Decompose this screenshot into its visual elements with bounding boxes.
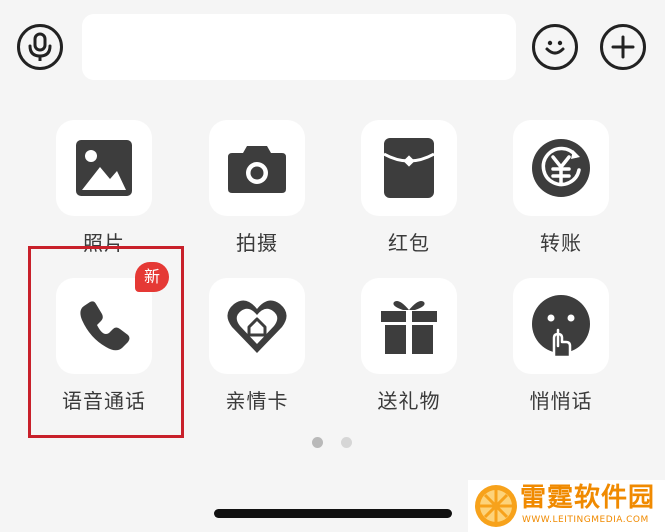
whisper-icon	[532, 295, 590, 358]
orange-slice-logo-icon	[475, 485, 517, 527]
tile-label-camera: 拍摄	[236, 231, 278, 255]
gift-icon	[381, 301, 437, 354]
tile-label-gift: 送礼物	[377, 389, 441, 413]
transfer-icon	[532, 139, 590, 197]
highlight-frame	[28, 246, 184, 438]
family-card-tile[interactable]	[209, 278, 305, 374]
camera-icon	[228, 146, 286, 193]
more-functions-button[interactable]	[600, 24, 646, 70]
watermark-name: 雷霆软件园	[520, 483, 656, 513]
watermark: 雷霆软件园 WWW.LEITINGMEDIA.COM	[468, 480, 665, 532]
family-card-icon	[227, 300, 287, 353]
microphone-icon	[28, 32, 52, 61]
home-indicator[interactable]	[214, 509, 452, 518]
emoji-button[interactable]	[532, 24, 578, 70]
tile-label-whisper: 悄悄话	[529, 389, 593, 413]
watermark-url: WWW.LEITINGMEDIA.COM	[522, 515, 649, 525]
photo-icon	[76, 140, 132, 196]
transfer-tile[interactable]	[513, 120, 609, 216]
photo-tile[interactable]	[56, 120, 152, 216]
plus-icon	[611, 35, 635, 59]
red-packet-icon	[384, 138, 434, 198]
red-packet-tile[interactable]	[361, 120, 457, 216]
page-indicator-dot-1[interactable]	[312, 437, 323, 448]
smiley-icon	[545, 40, 565, 55]
tile-label-red-packet: 红包	[388, 231, 430, 255]
message-input[interactable]	[82, 14, 516, 80]
gift-tile[interactable]	[361, 278, 457, 374]
chat-input-bar	[0, 0, 665, 84]
page-indicator-dot-2[interactable]	[341, 437, 352, 448]
tile-label-transfer: 转账	[540, 231, 582, 255]
tile-label-family-card: 亲情卡	[225, 389, 289, 413]
camera-tile[interactable]	[209, 120, 305, 216]
whisper-tile[interactable]	[513, 278, 609, 374]
voice-input-button[interactable]	[17, 24, 63, 70]
